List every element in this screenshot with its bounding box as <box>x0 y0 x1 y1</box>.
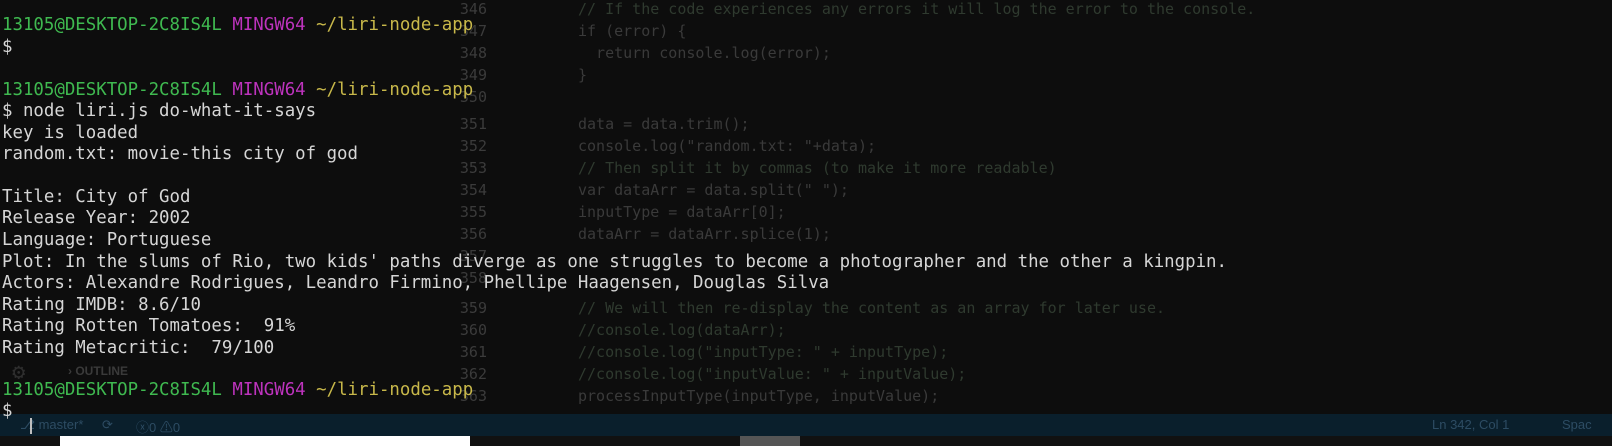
terminal-cursor[interactable] <box>30 418 32 434</box>
prompt-dollar: $ <box>2 401 13 421</box>
prompt-shell: MINGW64 <box>232 80 306 100</box>
terminal-output-line: Rating Rotten Tomatoes: 91% <box>2 316 296 336</box>
terminal-output-line: Release Year: 2002 <box>2 208 191 228</box>
prompt-shell: MINGW64 <box>232 15 306 35</box>
prompt-path: ~/liri-node-app <box>316 380 474 400</box>
terminal-output-line: Rating Metacritic: 79/100 <box>2 338 275 358</box>
terminal-output-line: Actors: Alexandre Rodrigues, Leandro Fir… <box>2 273 830 293</box>
prompt-shell: MINGW64 <box>232 380 306 400</box>
prompt-user-host: 13105@DESKTOP-2C8IS4L <box>2 15 222 35</box>
prompt-dollar: $ <box>2 37 13 57</box>
terminal-prompt: 13105@DESKTOP-2C8IS4L MINGW64 ~/liri-nod… <box>2 14 473 36</box>
terminal-prompt: 13105@DESKTOP-2C8IS4L MINGW64 ~/liri-nod… <box>2 379 473 401</box>
terminal-output-line: random.txt: movie-this city of god <box>2 144 358 164</box>
terminal-output-line: key is loaded <box>2 123 139 143</box>
terminal-prompt: 13105@DESKTOP-2C8IS4L MINGW64 ~/liri-nod… <box>2 79 473 101</box>
terminal-output-line: Rating IMDB: 8.6/10 <box>2 295 201 315</box>
terminal-window[interactable]: 13105@DESKTOP-2C8IS4L MINGW64 ~/liri-nod… <box>0 0 1612 446</box>
terminal-command: $ node liri.js do-what-it-says <box>2 101 317 121</box>
terminal-output-line: Plot: In the slums of Rio, two kids' pat… <box>2 252 1227 272</box>
terminal-output-line: Title: City of God <box>2 187 191 207</box>
prompt-path: ~/liri-node-app <box>316 15 474 35</box>
prompt-user-host: 13105@DESKTOP-2C8IS4L <box>2 380 222 400</box>
prompt-user-host: 13105@DESKTOP-2C8IS4L <box>2 80 222 100</box>
terminal-output-line: Language: Portuguese <box>2 230 212 250</box>
prompt-path: ~/liri-node-app <box>316 80 474 100</box>
